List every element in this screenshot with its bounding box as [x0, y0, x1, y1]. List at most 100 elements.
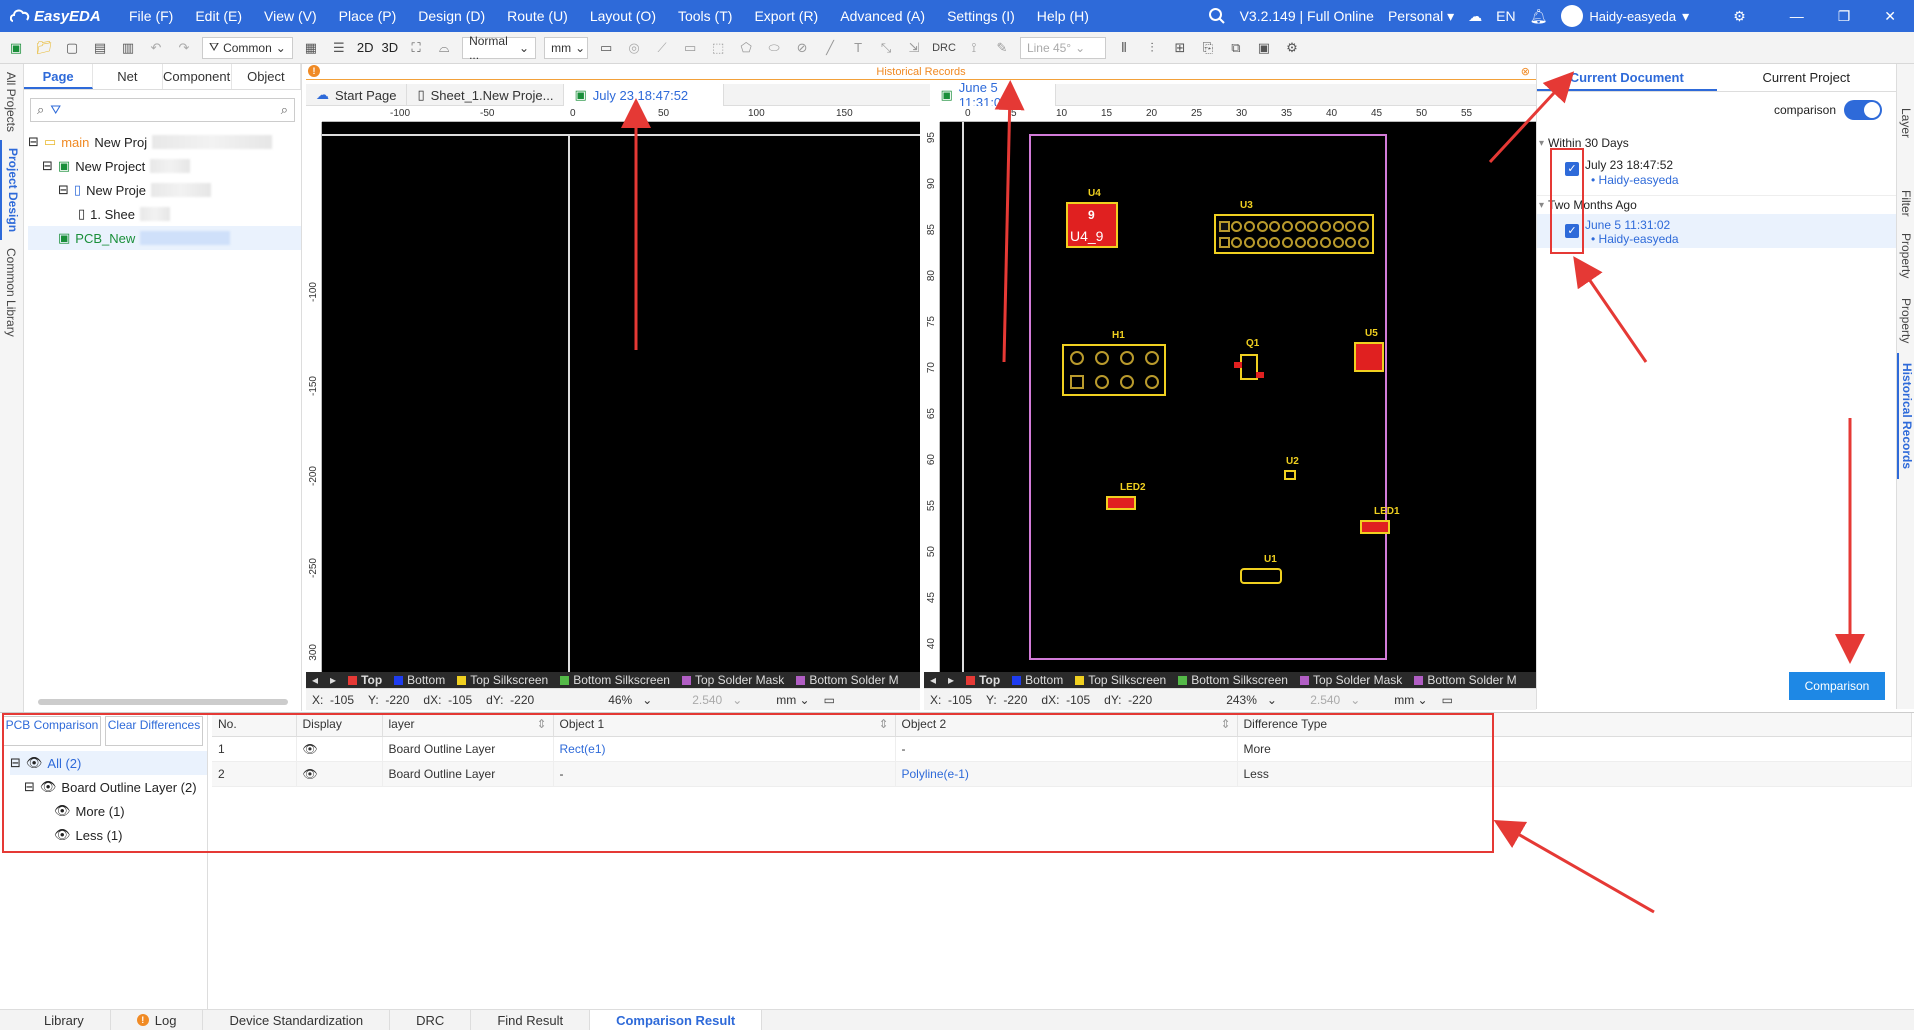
- menu-file[interactable]: File (F): [118, 0, 184, 32]
- layer-bottom[interactable]: Bottom: [1012, 673, 1063, 687]
- route-icon[interactable]: ⌓: [434, 38, 454, 58]
- tab-current-document[interactable]: Current Document: [1537, 64, 1717, 91]
- component-u2[interactable]: [1284, 470, 1296, 480]
- copy-icon[interactable]: ⎘: [1198, 38, 1218, 58]
- rect-tool-icon[interactable]: ▭: [680, 38, 700, 58]
- view-3d-button[interactable]: 3D: [381, 40, 398, 55]
- trace-icon[interactable]: ⟟: [964, 38, 984, 58]
- text-tool-icon[interactable]: T: [848, 38, 868, 58]
- menu-settings[interactable]: Settings (I): [936, 0, 1026, 32]
- distribute-icon[interactable]: ⫶: [1142, 38, 1162, 58]
- component-u3[interactable]: [1214, 214, 1374, 254]
- menu-design[interactable]: Design (D): [407, 0, 496, 32]
- column-header-display[interactable]: Display: [296, 713, 383, 737]
- pad-icon[interactable]: ◎: [624, 38, 644, 58]
- filter-icon[interactable]: ⛛: [50, 102, 61, 118]
- scroll-right-icon[interactable]: ▸: [948, 673, 954, 687]
- tab-object[interactable]: Object: [232, 64, 301, 89]
- layer-bottom-silkscreen[interactable]: Bottom Silkscreen: [1178, 673, 1288, 687]
- column-header-object2[interactable]: Object 2 ⇕: [895, 713, 1238, 737]
- grid-select[interactable]: 2.540 ⌄: [692, 693, 762, 707]
- ruler-icon[interactable]: ▭: [596, 38, 616, 58]
- layer-bottom[interactable]: Bottom: [394, 673, 445, 687]
- align-icon[interactable]: ⫴: [1114, 38, 1134, 58]
- eye-icon[interactable]: 👁︎: [54, 827, 71, 843]
- collapse-icon[interactable]: ⊟: [10, 755, 21, 771]
- new-file-icon[interactable]: ▣: [6, 38, 26, 58]
- save-icon[interactable]: ▢: [62, 38, 82, 58]
- unit-select[interactable]: mm ⌄: [776, 693, 809, 707]
- tab-property[interactable]: Property: [1897, 223, 1914, 288]
- menu-advanced[interactable]: Advanced (A): [829, 0, 936, 32]
- menu-export[interactable]: Export (R): [743, 0, 829, 32]
- tab-history-june[interactable]: ▣ June 5 11:31:02: [930, 80, 1057, 110]
- tree-item[interactable]: ⊟ ▣ New Project: [28, 154, 301, 178]
- collapse-icon[interactable]: ⊟: [28, 134, 39, 150]
- save-as-icon[interactable]: ▤: [90, 38, 110, 58]
- tab-page[interactable]: Page: [24, 64, 94, 89]
- menu-help[interactable]: Help (H): [1026, 0, 1100, 32]
- search-icon[interactable]: ⌕: [281, 102, 288, 118]
- eye-icon[interactable]: 👁︎: [54, 803, 71, 819]
- ellipse-tool-icon[interactable]: ⬭: [764, 38, 784, 58]
- tab-log[interactable]: ! Log: [111, 1010, 204, 1030]
- tab-project-design[interactable]: Project Design: [0, 140, 24, 241]
- dimension-tool-icon[interactable]: ⤡: [876, 38, 896, 58]
- tab-all-projects[interactable]: All Projects: [0, 64, 22, 140]
- polygon-tool-icon[interactable]: ⬠: [736, 38, 756, 58]
- history-item[interactable]: ✓ July 23 18:47:52 • Haidy-easyeda: [1537, 152, 1897, 196]
- comparison-button[interactable]: Comparison: [1789, 672, 1885, 700]
- menu-view[interactable]: View (V): [253, 0, 328, 32]
- tab-start-page[interactable]: ☁ Start Page: [306, 84, 408, 106]
- eye-icon[interactable]: 👁︎: [303, 742, 318, 756]
- column-header-object1[interactable]: Object 1 ⇕: [553, 713, 896, 737]
- sort-icon[interactable]: ⇕: [1220, 717, 1230, 731]
- layer-top-silkscreen[interactable]: Top Silkscreen: [457, 673, 548, 687]
- tab-layer[interactable]: Layer: [1897, 64, 1914, 144]
- menu-route[interactable]: Route (U): [496, 0, 579, 32]
- filter-select[interactable]: ⛛ Common ⌄: [202, 36, 293, 59]
- tree-item[interactable]: ▣ PCB_New: [28, 226, 301, 250]
- cloud-icon[interactable]: ☁: [1468, 8, 1482, 25]
- drc-button[interactable]: DRC: [932, 42, 956, 54]
- zoom-fit-icon[interactable]: ⛶: [406, 38, 426, 58]
- grid-icon[interactable]: ▦: [301, 38, 321, 58]
- pcb-comparison-button[interactable]: PCB Comparison: [3, 716, 101, 746]
- component-u1[interactable]: [1240, 568, 1282, 584]
- layer-top-solder-mask[interactable]: Top Solder Mask: [681, 673, 784, 687]
- eye-icon[interactable]: 👁︎: [26, 755, 43, 771]
- scroll-left-icon[interactable]: ◂: [930, 673, 936, 687]
- layer-top-solder-mask[interactable]: Top Solder Mask: [1299, 673, 1402, 687]
- tab-comparison-result[interactable]: Comparison Result: [590, 1010, 763, 1030]
- tree-item[interactable]: ▯ 1. Shee: [28, 202, 301, 226]
- tab-filter[interactable]: Filter: [1897, 144, 1914, 223]
- grid-select[interactable]: 2.540 ⌄: [1310, 693, 1380, 707]
- object1-link[interactable]: Rect(e1): [560, 742, 606, 756]
- component-led2[interactable]: [1106, 496, 1136, 510]
- history-group-header[interactable]: ▾ Within 30 Days: [1537, 134, 1897, 152]
- language-button[interactable]: EN: [1496, 8, 1515, 24]
- column-header-layer[interactable]: layer ⇕: [382, 713, 554, 737]
- measure-icon[interactable]: ▭: [1442, 693, 1453, 707]
- tab-library[interactable]: Library: [0, 1010, 111, 1030]
- tab-sheet[interactable]: ▯ Sheet_1.New Proje...: [407, 84, 565, 106]
- tree-item-less[interactable]: 👁︎ Less (1): [10, 823, 207, 847]
- region-tool-icon[interactable]: ⬚: [708, 38, 728, 58]
- line-angle-select[interactable]: Line 45° ⌄: [1019, 36, 1106, 59]
- tab-find-result[interactable]: Find Result: [471, 1010, 591, 1030]
- bell-icon[interactable]: 🔔︎: [1530, 8, 1548, 25]
- open-folder-icon[interactable]: 📁︎: [34, 38, 54, 58]
- scroll-right-icon[interactable]: ▸: [330, 673, 336, 687]
- component-led1[interactable]: [1360, 520, 1390, 534]
- user-menu[interactable]: Haidy-easyeda ▾: [1561, 5, 1689, 27]
- redo-icon[interactable]: ↷: [174, 38, 194, 58]
- tree-item-all[interactable]: ⊟ 👁︎ All (2): [10, 751, 207, 775]
- tab-net[interactable]: Net: [93, 64, 163, 89]
- board-icon[interactable]: ▣: [1254, 38, 1274, 58]
- comparison-toggle[interactable]: [1844, 100, 1882, 120]
- layer-bottom-solder-mask[interactable]: Bottom Solder M: [1414, 673, 1517, 687]
- tree-item[interactable]: ⊟ ▯ New Proje: [28, 178, 301, 202]
- undo-icon[interactable]: ↶: [146, 38, 166, 58]
- collapse-icon[interactable]: ⊟: [24, 779, 35, 795]
- via-icon[interactable]: ⟋: [652, 38, 672, 58]
